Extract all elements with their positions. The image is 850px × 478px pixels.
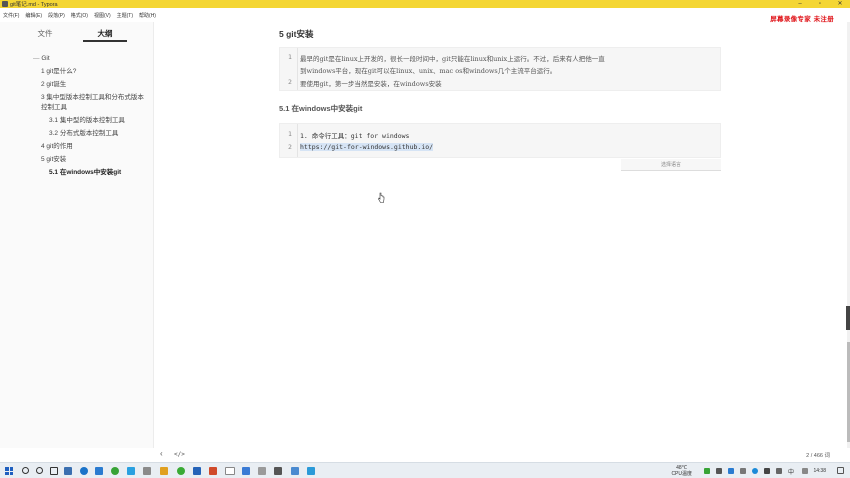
taskbar-app-icon[interactable]	[307, 467, 315, 475]
taskbar-app-icon[interactable]	[242, 467, 250, 475]
outline-item-git[interactable]: Git	[0, 52, 153, 65]
outline-item-distributed-vcs[interactable]: 3.2 分布式版本控制工具	[0, 127, 153, 140]
code-block-1[interactable]: 1 最早的git是在linux上开发的，很长一段时间中，git只能在linux和…	[279, 47, 721, 91]
line-number: 1	[288, 130, 292, 138]
outline-item-centralized-vcs[interactable]: 3.1 集中型的版本控制工具	[0, 114, 153, 127]
ime-indicator[interactable]: 中	[788, 467, 794, 476]
code-gutter	[297, 48, 298, 90]
taskbar-app-icon[interactable]	[258, 467, 266, 475]
windows-taskbar: 48℃ CPU温度 中 14:38	[0, 462, 850, 478]
code-text-selected: https://git-for-windows.github.io/	[300, 143, 434, 151]
line-number: 2	[288, 143, 292, 151]
taskbar-app-icon[interactable]	[274, 467, 282, 475]
outline-list: Git 1 git是什么? 2 git诞生 3 集中型版本控制工具和分布式版本控…	[0, 52, 153, 179]
keyboard-icon[interactable]	[802, 468, 808, 474]
menu-file[interactable]: 文件(F)	[3, 12, 19, 19]
tray-app-icon[interactable]	[716, 468, 722, 474]
close-icon[interactable]: ✕	[830, 0, 850, 8]
taskbar-clock[interactable]: 14:38	[813, 468, 826, 474]
taskbar-app-icon[interactable]	[291, 467, 299, 475]
heading-git-install: 5 git安装	[279, 29, 314, 39]
taskbar-app-icon[interactable]	[143, 467, 151, 475]
windows-start-icon[interactable]	[5, 467, 13, 475]
taskbar-app-icon[interactable]	[209, 467, 217, 475]
cpu-temp-label: CPU温度	[671, 471, 692, 477]
menu-theme[interactable]: 主题(T)	[117, 12, 133, 19]
tab-files[interactable]: 文件	[15, 28, 75, 39]
notification-icon[interactable]	[837, 467, 844, 474]
code-block-2[interactable]: 1 1. 命令行工具：git for windows 2 https://git…	[279, 123, 721, 158]
menu-paragraph[interactable]: 段落(P)	[48, 12, 65, 19]
code-text: 1. 命令行工具：git for windows	[300, 132, 410, 140]
battery-icon[interactable]	[776, 468, 782, 474]
menu-bar: 文件(F) 编辑(E) 段落(P) 格式(O) 视图(V) 主题(T) 帮助(H…	[0, 8, 850, 22]
code-text: 要使用git，第一步当然是安装，在windows安装	[300, 80, 442, 88]
heading-install-windows: 5.1 在windows中安装git	[279, 104, 363, 113]
typora-taskbar-icon[interactable]	[225, 467, 235, 475]
code-gutter	[297, 124, 298, 157]
tray-app-icon[interactable]	[728, 468, 734, 474]
mouse-cursor-icon	[378, 192, 385, 203]
typora-app-icon	[2, 1, 8, 7]
language-select[interactable]: 选择语言	[621, 159, 721, 171]
sidebar: 文件 大纲 Git 1 git是什么? 2 git诞生 3 集中型版本控制工具和…	[0, 22, 154, 448]
title-bar: git笔记.md - Typora – ▫ ✕	[0, 0, 850, 8]
typora-window: git笔记.md - Typora – ▫ ✕ 文件(F) 编辑(E) 段落(P…	[0, 0, 850, 478]
outline-item-git-purpose[interactable]: 4 git的作用	[0, 140, 153, 153]
editor-area[interactable]: 5 git安装 1 最早的git是在linux上开发的，很长一段时间中，git只…	[155, 22, 850, 448]
outline-item-install-windows[interactable]: 5.1 在windows中安装git	[0, 166, 153, 179]
minimize-icon[interactable]: –	[790, 0, 810, 8]
folder-icon[interactable]	[160, 467, 168, 475]
outline-item-git-birth[interactable]: 2 git诞生	[0, 78, 153, 91]
outline-item-vcs-tools[interactable]: 3 集中型版本控制工具和分布式版本控制工具	[0, 91, 145, 114]
status-bar: ‹ </> 2 / 466 词	[155, 448, 850, 462]
toggle-sidebar-icon[interactable]: ‹	[160, 449, 163, 458]
tray-wechat-icon[interactable]	[704, 468, 710, 474]
wechat-icon[interactable]	[111, 467, 119, 475]
network-icon[interactable]	[752, 468, 758, 474]
line-number: 2	[288, 78, 292, 86]
taskbar-app-icon[interactable]	[127, 467, 135, 475]
sidebar-tabs: 文件 大纲	[0, 22, 153, 44]
search-icon[interactable]	[22, 467, 29, 474]
code-text: 到windows平台，现在git可以在linux、unix、mac os和win…	[300, 67, 557, 75]
tray-app-icon[interactable]	[740, 468, 746, 474]
system-tray: 48℃ CPU温度 中 14:38	[650, 463, 850, 478]
window-title: git笔记.md - Typora	[10, 2, 58, 8]
outline-item-what-is-git[interactable]: 1 git是什么?	[0, 65, 153, 78]
volume-icon[interactable]	[764, 468, 770, 474]
tab-outline[interactable]: 大纲	[75, 28, 135, 42]
taskbar-app-icon[interactable]	[95, 467, 103, 475]
browser-icon[interactable]	[177, 467, 185, 475]
menu-edit[interactable]: 编辑(E)	[25, 12, 42, 19]
menu-help[interactable]: 帮助(H)	[139, 12, 156, 19]
maximize-icon[interactable]: ▫	[810, 0, 830, 8]
cortana-icon[interactable]	[36, 467, 43, 474]
code-text: 最早的git是在linux上开发的，很长一段时间中，git只能在linux和un…	[300, 55, 605, 63]
menu-view[interactable]: 视图(V)	[94, 12, 111, 19]
source-code-toggle-icon[interactable]: </>	[174, 451, 185, 458]
taskbar-app-icon[interactable]	[64, 467, 72, 475]
cpu-temp[interactable]: 48℃ CPU温度	[671, 465, 692, 477]
menu-format[interactable]: 格式(O)	[71, 12, 88, 19]
word-count[interactable]: 2 / 466 词	[806, 451, 830, 459]
scrollbar-thumb[interactable]	[846, 306, 850, 330]
edge-icon[interactable]	[80, 467, 88, 475]
line-number: 1	[288, 53, 292, 61]
task-view-icon[interactable]	[50, 467, 58, 475]
outline-item-git-install[interactable]: 5 git安装	[0, 153, 153, 166]
taskbar-app-icon[interactable]	[193, 467, 201, 475]
